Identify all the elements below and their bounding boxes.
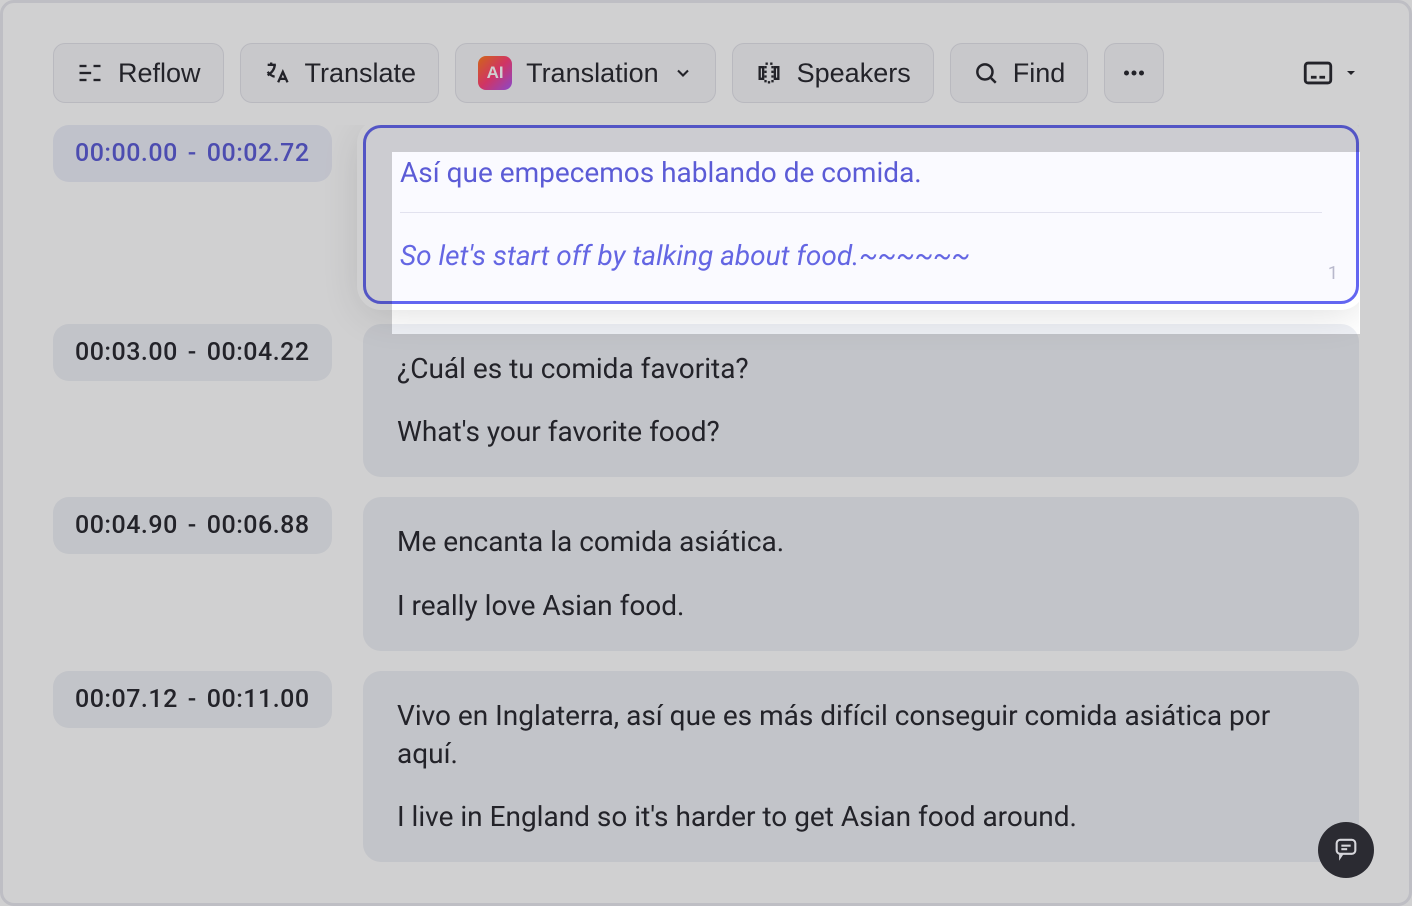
segment-cell[interactable]: Me encanta la comida asiática. I really … (363, 497, 1359, 651)
reflow-button[interactable]: Reflow (53, 43, 224, 103)
timecode-pill[interactable]: 00:03.00 - 00:04.22 (53, 324, 332, 381)
speakers-button[interactable]: Speakers (732, 43, 934, 103)
timecode-end: 00:04.22 (207, 338, 310, 367)
source-text[interactable]: Vivo en Inglaterra, así que es más difíc… (397, 697, 1325, 773)
timecode-start: 00:07.12 (75, 685, 178, 714)
find-button[interactable]: Find (950, 43, 1089, 103)
reflow-icon (76, 59, 104, 87)
timecode-start: 00:00.00 (75, 139, 178, 168)
transcript-editor: 00:00.00 - 00:02.72 Así que empecemos ha… (53, 125, 1359, 905)
target-text[interactable]: So let's start off by talking about food… (400, 237, 1322, 275)
translate-label: Translate (305, 58, 417, 89)
subtitle-view-toggle[interactable] (1301, 56, 1359, 90)
segment-row: 00:00.00 - 00:02.72 Así que empecemos ha… (53, 125, 1359, 304)
search-icon (973, 60, 999, 86)
ai-icon: AI (478, 56, 512, 90)
source-text[interactable]: Así que empecemos hablando de comida. (400, 154, 1322, 213)
target-text[interactable]: I live in England so it's harder to get … (397, 798, 1325, 836)
timecode-pill[interactable]: 00:04.90 - 00:06.88 (53, 497, 332, 554)
translation-dropdown[interactable]: AI Translation (455, 43, 716, 103)
timecode-start: 00:04.90 (75, 511, 178, 540)
more-button[interactable] (1104, 43, 1164, 103)
segment-cell[interactable]: Vivo en Inglaterra, así que es más difíc… (363, 671, 1359, 862)
more-icon (1119, 58, 1149, 88)
subtitle-icon (1301, 56, 1335, 90)
timecode-dash: - (188, 511, 197, 540)
speakers-label: Speakers (797, 58, 911, 89)
timecode-dash: - (188, 685, 197, 714)
segment-index: 1 (1328, 262, 1338, 286)
timecode-start: 00:03.00 (75, 338, 178, 367)
reflow-label: Reflow (118, 58, 201, 89)
timecode-dash: - (188, 139, 197, 168)
chevron-down-icon (673, 63, 693, 83)
timecode-pill[interactable]: 00:00.00 - 00:02.72 (53, 125, 332, 182)
caret-down-icon (1343, 65, 1359, 81)
segment-cell[interactable]: ¿Cuál es tu comida favorita? What's your… (363, 324, 1359, 478)
translate-button[interactable]: Translate (240, 43, 440, 103)
source-text[interactable]: Me encanta la comida asiática. (397, 523, 1325, 561)
find-label: Find (1013, 58, 1066, 89)
target-text[interactable]: What's your favorite food? (397, 413, 1325, 451)
segment-row: 00:04.90 - 00:06.88 Me encanta la comida… (53, 497, 1359, 651)
toolbar: Reflow Translate AI Translation Speakers (53, 43, 1359, 103)
segment-row: 00:03.00 - 00:04.22 ¿Cuál es tu comida f… (53, 324, 1359, 478)
timecode-end: 00:11.00 (207, 685, 310, 714)
source-text[interactable]: ¿Cuál es tu comida favorita? (397, 350, 1325, 388)
timecode-end: 00:02.72 (207, 139, 310, 168)
language-icon (263, 59, 291, 87)
timecode-dash: - (188, 338, 197, 367)
segment-row: 00:07.12 - 00:11.00 Vivo en Inglaterra, … (53, 671, 1359, 862)
segment-cell[interactable]: Así que empecemos hablando de comida. So… (363, 125, 1359, 304)
timecode-pill[interactable]: 00:07.12 - 00:11.00 (53, 671, 332, 728)
translation-label: Translation (526, 58, 659, 89)
timecode-end: 00:06.88 (207, 511, 310, 540)
target-text[interactable]: I really love Asian food. (397, 587, 1325, 625)
chat-fab[interactable] (1318, 822, 1374, 878)
speakers-icon (755, 59, 783, 87)
chat-icon (1332, 834, 1360, 866)
